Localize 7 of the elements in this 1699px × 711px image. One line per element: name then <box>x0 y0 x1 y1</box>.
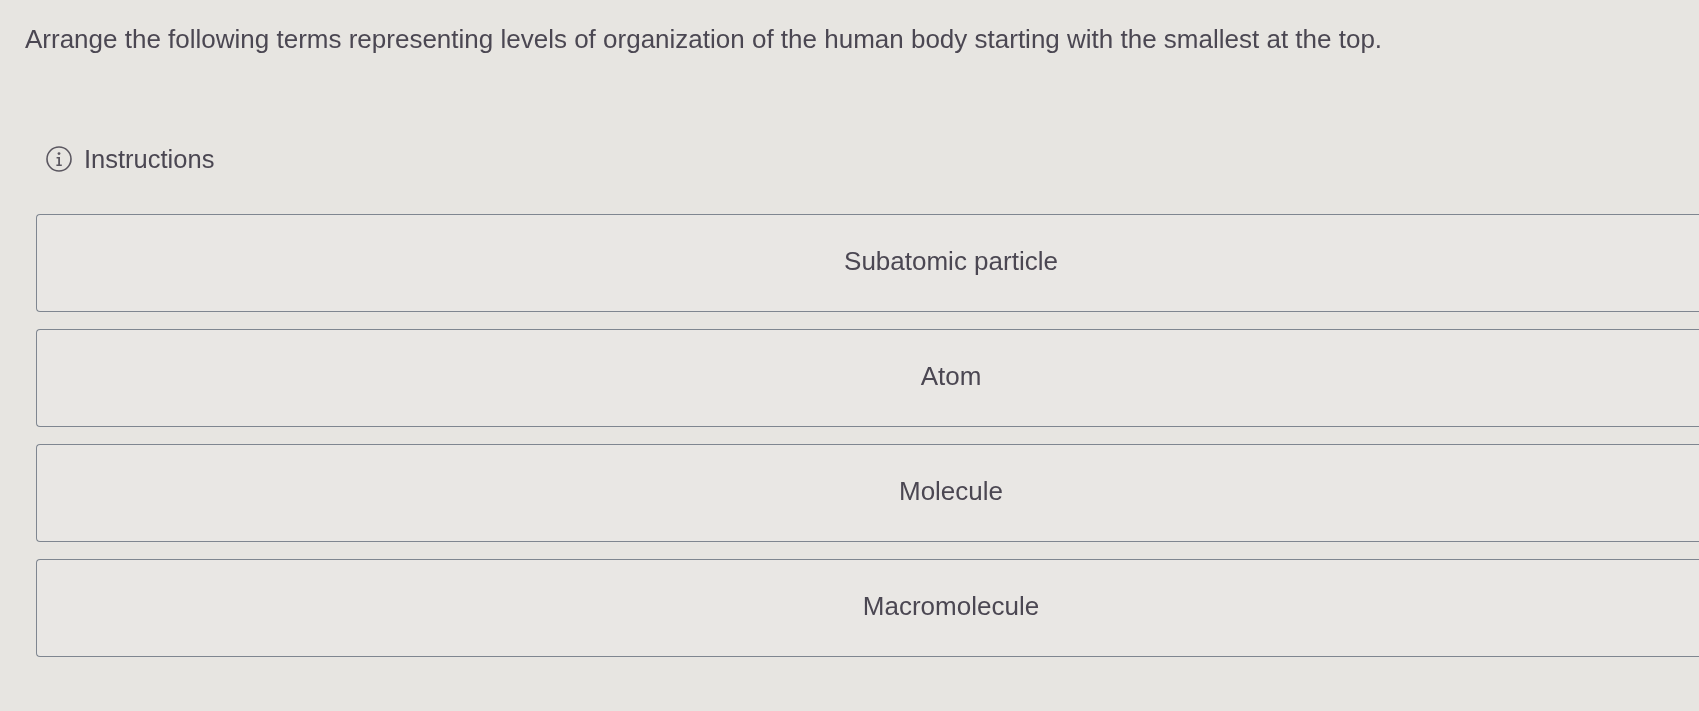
info-icon <box>46 146 72 172</box>
draggable-term-card[interactable]: Atom <box>36 329 1699 427</box>
draggable-term-card[interactable]: Macromolecule <box>36 559 1699 657</box>
question-text: Arrange the following terms representing levels of organization of the human body starting with the smallest at the top. <box>25 23 1383 55</box>
draggable-term-card[interactable]: Molecule <box>36 444 1699 542</box>
instructions-toggle[interactable]: Instructions <box>46 144 215 174</box>
draggable-term-card[interactable]: Subatomic particle <box>36 214 1699 312</box>
